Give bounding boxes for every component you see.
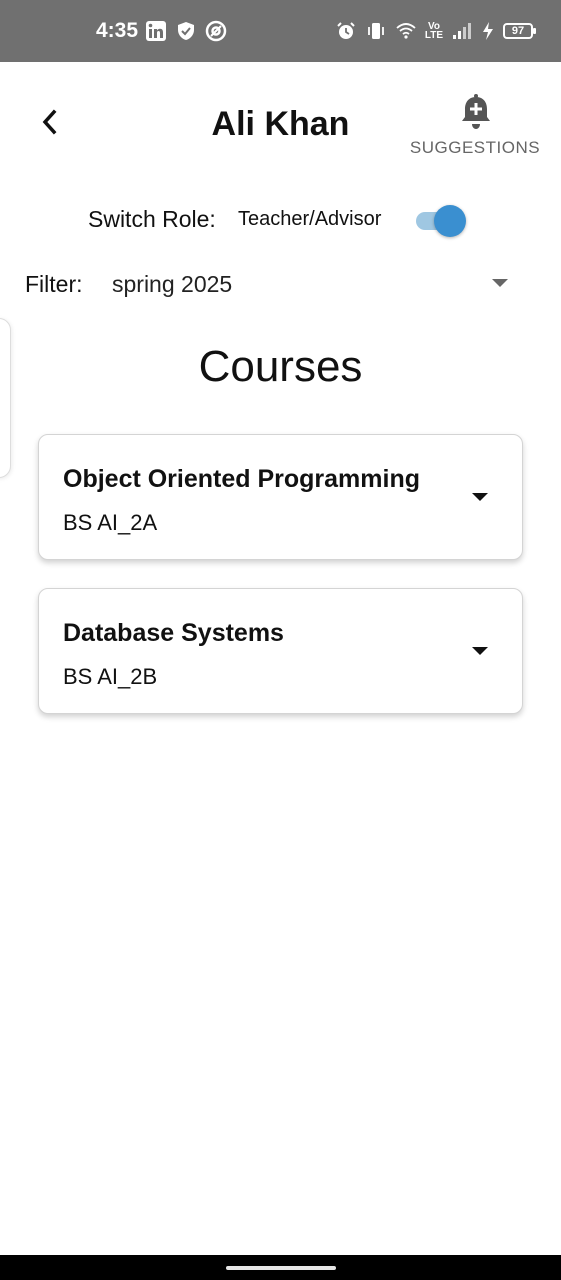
volte-icon: Vo LTE <box>424 21 444 41</box>
status-right-icons: Vo LTE 97 <box>335 20 536 42</box>
expand-arrow-icon <box>472 493 488 501</box>
system-nav-bar <box>0 1255 561 1280</box>
wifi-icon <box>395 20 417 42</box>
status-left-icons <box>145 20 227 42</box>
vibrate-icon <box>365 20 387 42</box>
course-section: BS AI_2A <box>63 510 158 535</box>
status-bar: 4:35 Vo LTE 97 <box>0 0 561 62</box>
course-card[interactable]: Database Systems BS AI_2B <box>38 588 523 714</box>
suggestions-label: SUGGESTIONS <box>409 138 541 157</box>
bell-plus-icon <box>460 94 492 135</box>
at-sign-icon <box>205 20 227 42</box>
dropdown-arrow-icon <box>492 279 508 287</box>
course-title: Object Oriented Programming <box>63 465 421 493</box>
role-toggle[interactable] <box>414 205 466 237</box>
courses-heading: Courses <box>198 342 363 391</box>
expand-arrow-icon <box>472 647 488 655</box>
filter-selected-value: spring 2025 <box>112 271 233 297</box>
course-card[interactable]: Object Oriented Programming BS AI_2A <box>38 434 523 560</box>
switch-role-label: Switch Role: <box>88 206 216 232</box>
shield-check-icon <box>175 20 197 42</box>
filter-label: Filter: <box>25 271 83 297</box>
charging-icon <box>481 20 495 42</box>
course-section: BS AI_2B <box>63 664 158 689</box>
status-time: 4:35 <box>96 19 139 42</box>
switch-role-value: Teacher/Advisor <box>238 208 382 230</box>
linkedin-icon <box>145 20 167 42</box>
switch-role-row: Switch Role: Teacher/Advisor <box>0 200 561 240</box>
suggestions-button[interactable]: SUGGESTIONS <box>405 92 545 162</box>
alarm-icon <box>335 20 357 42</box>
home-gesture-handle[interactable] <box>226 1266 336 1270</box>
signal-icon <box>451 20 473 42</box>
toggle-thumb <box>434 205 466 237</box>
semester-filter-dropdown[interactable]: spring 2025 <box>112 265 512 305</box>
battery-indicator: 97 <box>503 23 536 39</box>
course-title: Database Systems <box>63 619 284 647</box>
